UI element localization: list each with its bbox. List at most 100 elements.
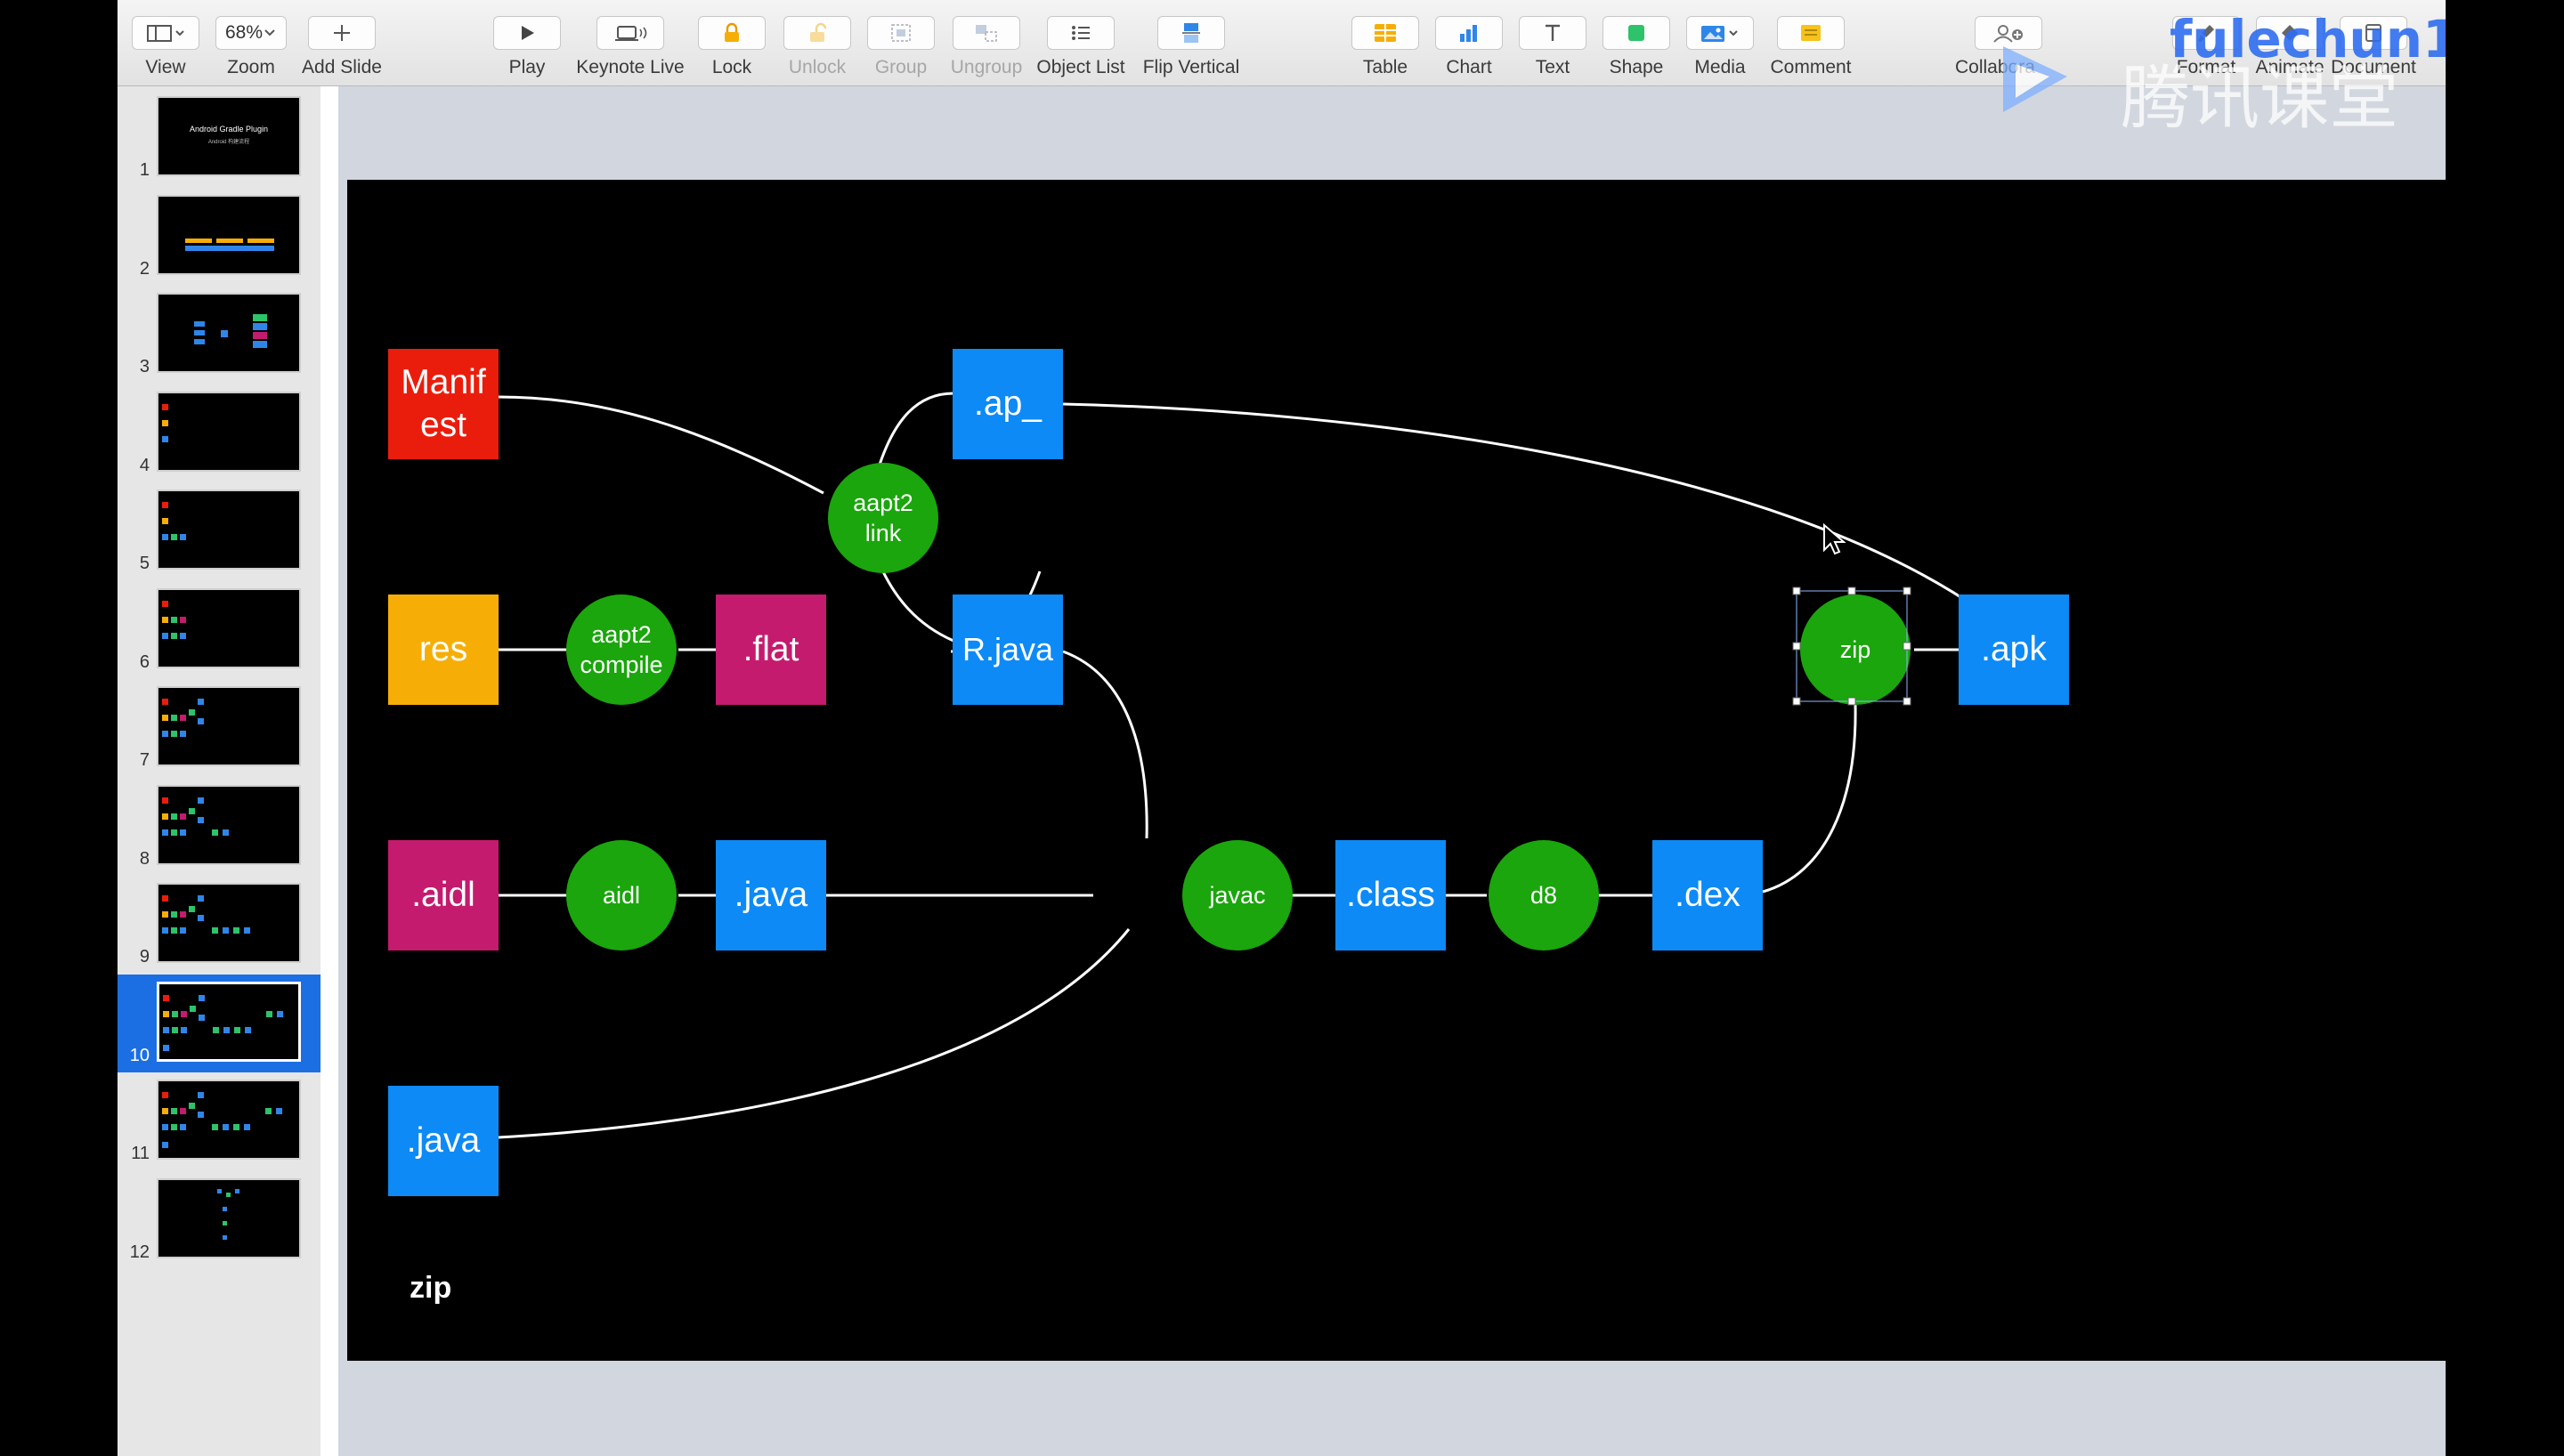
slide-thumbnail-6[interactable]: 6	[118, 581, 320, 679]
javac-node[interactable]: javac	[1182, 840, 1293, 950]
slide-preview-shape	[180, 911, 186, 918]
zoom-value-box: 68%	[215, 16, 287, 50]
slide-preview-shape	[162, 502, 168, 508]
selection-handles[interactable]	[1791, 586, 1916, 710]
manifest-node[interactable]: Manif est	[388, 349, 499, 459]
slide-preview	[157, 883, 301, 963]
slide-preview-shape	[244, 927, 250, 934]
slide-preview-shape	[223, 1026, 230, 1033]
slide-thumbnail-1[interactable]: 1 Android Gradle Plugin Android 构建流程	[118, 89, 320, 187]
slide-number: 6	[139, 651, 150, 672]
play-button[interactable]: Play	[491, 12, 563, 82]
slide-preview-shape	[265, 1108, 272, 1114]
manifest-line1: Manif	[401, 363, 486, 401]
slide-preview-shape	[171, 829, 177, 836]
keynote-live-button[interactable]: Keynote Live	[576, 12, 685, 82]
slide-preview-shape	[198, 1092, 204, 1098]
slide-preview-shape	[199, 994, 205, 1001]
res-node[interactable]: res	[388, 595, 499, 705]
unlock-icon	[783, 16, 851, 50]
slide-preview-shape	[233, 1124, 239, 1130]
slide-caption[interactable]: zip	[410, 1271, 451, 1306]
slide-preview	[157, 489, 301, 570]
slide-preview-shape	[212, 927, 218, 934]
slide-preview-shape	[180, 616, 186, 623]
flip-vertical-icon	[1157, 16, 1225, 50]
slide-thumbnail-3[interactable]: 3	[118, 286, 320, 384]
flat-label: .flat	[742, 630, 799, 668]
slide-preview-shape	[163, 1044, 169, 1051]
manifest-line2: est	[419, 406, 467, 444]
slide-preview-shape	[180, 715, 186, 721]
slide-preview-shape	[171, 632, 177, 639]
slide-preview-shape	[162, 813, 168, 820]
connector-ap-zip[interactable]	[1062, 402, 1982, 612]
connector-rjava-javac[interactable]	[1062, 650, 1148, 839]
connector-javasrc-javac[interactable]	[498, 928, 1131, 1139]
ap-node[interactable]: .ap_	[953, 349, 1063, 459]
rjava-node[interactable]: R.java	[953, 595, 1063, 705]
shape-icon	[1602, 16, 1670, 50]
java-generated-node[interactable]: .java	[716, 840, 826, 950]
slide-preview-shape	[185, 238, 212, 243]
java-source-node[interactable]: .java	[388, 1086, 499, 1196]
slide-preview-shape	[180, 534, 186, 540]
view-icon	[132, 16, 199, 50]
slide-preview	[157, 981, 301, 1062]
slide-preview-shape	[223, 1220, 227, 1225]
aidl-file-node[interactable]: .aidl	[388, 840, 499, 950]
slide-thumbnail-7[interactable]: 7	[118, 679, 320, 777]
zoom-value: 68%	[224, 22, 264, 43]
slide-thumbnail-4[interactable]: 4	[118, 384, 320, 482]
flip-vertical-button[interactable]: Flip Vertical	[1143, 12, 1239, 82]
slide-preview-shape	[162, 600, 168, 607]
comment-icon	[1777, 16, 1845, 50]
chart-icon	[1435, 16, 1503, 50]
slide-preview-shape	[180, 731, 186, 737]
aapt2-compile-line1: aapt2	[591, 621, 652, 648]
slide-preview-shape	[194, 330, 205, 336]
connector-manifest-link[interactable]	[498, 395, 824, 495]
slide-preview	[157, 293, 301, 373]
slide-preview-shape	[198, 816, 204, 823]
slide-number: 1	[139, 160, 150, 180]
apk-node[interactable]: .apk	[1959, 595, 2069, 705]
slide-thumbnail-5[interactable]: 5	[118, 482, 320, 580]
dex-node[interactable]: .dex	[1652, 840, 1763, 950]
slide-preview-shape	[213, 1026, 219, 1033]
aidl-tool-node[interactable]: aidl	[566, 840, 677, 950]
slide-preview-shape	[212, 829, 218, 836]
d8-node[interactable]: d8	[1489, 840, 1599, 950]
add-slide-button[interactable]: Add Slide	[302, 12, 382, 82]
slide-preview-shape	[235, 1188, 239, 1193]
slide-preview-shape	[180, 829, 186, 836]
slide-number: 11	[131, 1144, 150, 1163]
slide-thumbnail-9[interactable]: 9	[118, 876, 320, 974]
slide-preview-shape	[180, 632, 186, 639]
slide-preview-shape	[171, 1124, 177, 1130]
class-label: .class	[1346, 876, 1435, 914]
connector-link-rjava[interactable]	[878, 563, 954, 643]
slide-preview-shape	[172, 1026, 178, 1033]
connector-dex-zip[interactable]	[1762, 704, 1857, 894]
slide-preview-shape	[162, 1124, 168, 1130]
class-node[interactable]: .class	[1335, 840, 1446, 950]
slide-preview-shape	[276, 1108, 282, 1114]
flat-node[interactable]: .flat	[716, 595, 826, 705]
apk-label: .apk	[1981, 630, 2047, 668]
rjava-label: R.java	[961, 631, 1054, 667]
comment-button[interactable]: Comment	[1770, 12, 1852, 82]
slide-preview-shape	[253, 314, 267, 321]
slide-thumbnail-10[interactable]: 10	[118, 974, 320, 1072]
aapt2-link-node[interactable]: aapt2 link	[828, 463, 938, 573]
connector-link-ap[interactable]	[878, 392, 954, 465]
media-icon	[1686, 16, 1754, 50]
slide-thumbnail-11[interactable]: 11	[118, 1072, 320, 1170]
slide-thumbnail-2[interactable]: 2	[118, 188, 320, 286]
slide-preview-shape	[162, 797, 168, 804]
slide-thumbnail-8[interactable]: 8	[118, 778, 320, 876]
aapt2-compile-node[interactable]: aapt2 compile	[566, 595, 677, 705]
slide-preview-shape	[198, 699, 204, 705]
slide-thumbnail-12[interactable]: 12	[118, 1171, 320, 1269]
object-list-button[interactable]: Object List	[1036, 12, 1125, 82]
